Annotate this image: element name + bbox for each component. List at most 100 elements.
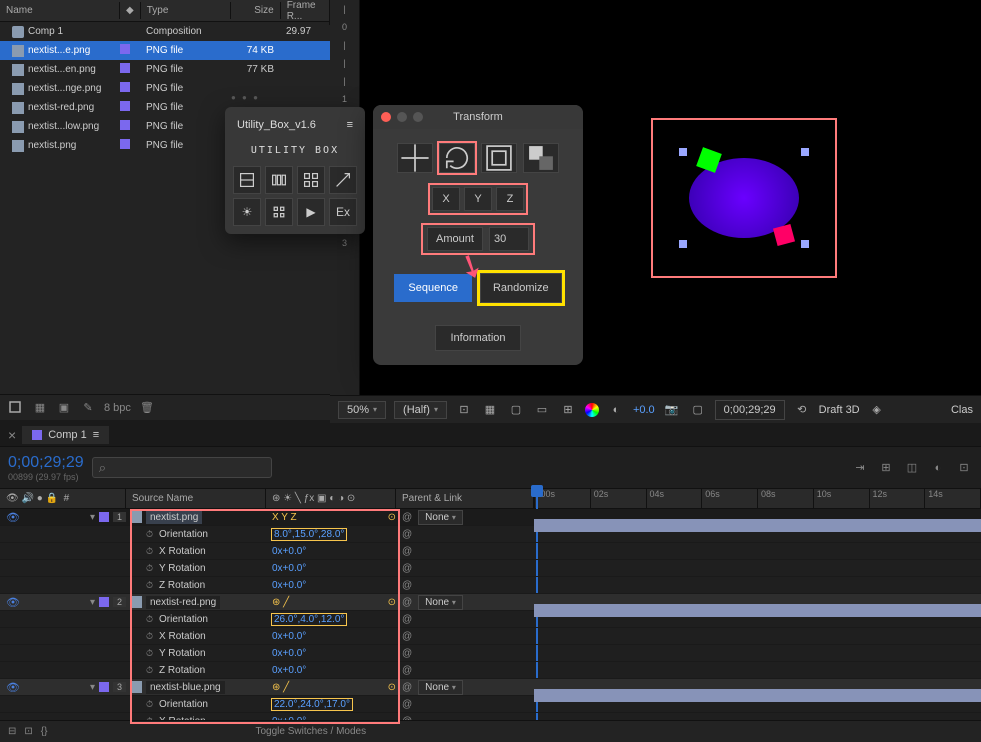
parent-dropdown[interactable]: None ▾: [418, 510, 463, 525]
col-timeline-ruler[interactable]: :00s02s04s06s08s10s12s14s: [534, 489, 981, 508]
layer-switches[interactable]: ⊛ ╱⊙: [266, 682, 396, 693]
layer-switches[interactable]: ⊛ ╱⊙: [266, 597, 396, 608]
toggle-switches-modes[interactable]: Toggle Switches / Modes: [255, 726, 366, 737]
grid-icon[interactable]: ⊞: [559, 401, 577, 419]
tab-menu-icon[interactable]: ≡: [93, 429, 99, 441]
timeline-tab[interactable]: Comp 1 ≡: [22, 426, 109, 444]
motion-blur-icon[interactable]: ◐: [929, 459, 947, 477]
property-value[interactable]: 26.0°,4.0°,12.0°: [272, 614, 346, 625]
layer-name[interactable]: nextist.png: [146, 511, 202, 524]
timeline-search-input[interactable]: [92, 457, 272, 478]
preview-time[interactable]: 0;00;29;29: [715, 400, 785, 420]
adjust-icon[interactable]: ✎: [80, 400, 96, 416]
util-sun-icon[interactable]: ☀: [233, 198, 261, 226]
layer-duration-bar[interactable]: [534, 604, 981, 617]
layer-color-icon[interactable]: [99, 597, 109, 607]
folder-icon[interactable]: ▦: [32, 400, 48, 416]
layer-switches[interactable]: X Y Z⊙: [266, 512, 396, 523]
current-time[interactable]: 0;00;29;29: [8, 454, 84, 472]
pickwhip-icon[interactable]: @: [402, 665, 412, 676]
property-value[interactable]: 0x+0.0°: [272, 648, 306, 659]
label-color-icon[interactable]: [120, 120, 130, 130]
col-parent-link[interactable]: Parent & Link: [396, 489, 534, 508]
layer-color-icon[interactable]: [99, 682, 109, 692]
project-item[interactable]: nextist...nge.pngPNG file: [0, 79, 330, 98]
show-snapshot-icon[interactable]: ▢: [689, 401, 707, 419]
mask-icon[interactable]: ▢: [507, 401, 525, 419]
panel-menu-icon[interactable]: ≡: [347, 119, 353, 131]
transform-position-icon[interactable]: [397, 143, 433, 173]
graph-editor-icon[interactable]: ⊡: [955, 459, 973, 477]
label-color-icon[interactable]: [120, 82, 130, 92]
layer-name[interactable]: nextist-red.png: [146, 596, 220, 609]
quality-dropdown[interactable]: (Half) ▾: [394, 401, 447, 419]
col-tag[interactable]: ◆: [120, 2, 141, 19]
layer-duration-bar[interactable]: [534, 689, 981, 702]
axis-x-button[interactable]: X: [432, 187, 460, 211]
pickwhip-icon[interactable]: @: [402, 563, 412, 574]
visibility-eye-icon[interactable]: 👁: [6, 511, 20, 524]
region-icon[interactable]: ▭: [533, 401, 551, 419]
timeline-close-icon[interactable]: ×: [8, 427, 16, 443]
util-align-icon[interactable]: [233, 166, 261, 194]
minimize-icon[interactable]: [397, 112, 407, 122]
property-value[interactable]: 0x+0.0°: [272, 546, 306, 557]
col-name[interactable]: Name: [0, 2, 120, 19]
transform-rotation-icon[interactable]: [439, 143, 475, 173]
close-icon[interactable]: [381, 112, 391, 122]
zoom-dropdown[interactable]: 50% ▾: [338, 401, 386, 419]
util-ex-icon[interactable]: Ex: [329, 198, 357, 226]
pickwhip-icon[interactable]: @: [402, 631, 412, 642]
color-management-icon[interactable]: [585, 403, 599, 417]
trash-icon[interactable]: 🗑: [139, 400, 155, 416]
exposure-value[interactable]: +0.0: [633, 404, 655, 416]
pickwhip-icon[interactable]: @: [402, 614, 412, 625]
exposure-icon[interactable]: ◐: [607, 401, 625, 419]
util-grid-icon[interactable]: [297, 166, 325, 194]
layer-row[interactable]: 👁▾2nextist-red.png⊛ ╱⊙@None ▾: [0, 594, 981, 611]
randomize-button[interactable]: Randomize: [480, 273, 562, 303]
draft3d-label[interactable]: Draft 3D: [819, 404, 860, 416]
axis-y-button[interactable]: Y: [464, 187, 492, 211]
pickwhip-icon[interactable]: @: [402, 512, 412, 523]
visibility-eye-icon[interactable]: 👁: [6, 681, 20, 694]
composition-content[interactable]: [689, 158, 799, 238]
label-color-icon[interactable]: [120, 44, 130, 54]
property-row[interactable]: X Rotation0x+0.0°@: [0, 628, 981, 645]
twirl-icon[interactable]: ▾: [90, 512, 95, 523]
information-button[interactable]: Information: [435, 325, 520, 351]
brackets-icon[interactable]: {}: [41, 726, 48, 737]
expand-icon[interactable]: ⊡: [24, 726, 32, 737]
project-item[interactable]: nextist...en.pngPNG file77 KB: [0, 60, 330, 79]
col-type[interactable]: Type: [141, 2, 231, 19]
maximize-icon[interactable]: [413, 112, 423, 122]
project-item[interactable]: nextist...e.pngPNG file74 KB: [0, 41, 330, 60]
property-value[interactable]: 0x+0.0°: [272, 631, 306, 642]
snapshot-icon[interactable]: 📷: [663, 401, 681, 419]
col-size[interactable]: Size: [231, 2, 281, 19]
solo-col-icon[interactable]: ●: [37, 493, 43, 504]
pickwhip-icon[interactable]: @: [402, 529, 412, 540]
label-color-icon[interactable]: [120, 101, 130, 111]
pickwhip-icon[interactable]: @: [402, 699, 412, 710]
fast-preview-icon[interactable]: ⊡: [455, 401, 473, 419]
shy-icon[interactable]: ⇥: [851, 459, 869, 477]
pickwhip-icon[interactable]: @: [402, 597, 412, 608]
property-value[interactable]: 8.0°,15.0°,28.0°: [272, 529, 346, 540]
visibility-eye-icon[interactable]: 👁: [6, 596, 20, 609]
property-row[interactable]: Z Rotation0x+0.0°@: [0, 577, 981, 594]
classic-3d-label[interactable]: Clas: [951, 404, 973, 416]
pickwhip-icon[interactable]: @: [402, 580, 412, 591]
layer-row[interactable]: 👁▾3nextist-blue.png⊛ ╱⊙@None ▾: [0, 679, 981, 696]
bpc-label[interactable]: 8 bpc: [104, 402, 131, 414]
col-frame[interactable]: Frame R...: [281, 0, 330, 25]
property-row[interactable]: Z Rotation0x+0.0°@: [0, 662, 981, 679]
layer-name[interactable]: nextist-blue.png: [146, 681, 225, 694]
pickwhip-icon[interactable]: @: [402, 648, 412, 659]
lock-col-icon[interactable]: 🔒: [46, 493, 58, 504]
util-arrow-icon[interactable]: [329, 166, 357, 194]
comp-flowchart-icon[interactable]: ⊞: [877, 459, 895, 477]
audio-col-icon[interactable]: 🔊: [21, 493, 33, 504]
transparency-icon[interactable]: ▦: [481, 401, 499, 419]
property-row[interactable]: Y Rotation0x+0.0°@: [0, 645, 981, 662]
